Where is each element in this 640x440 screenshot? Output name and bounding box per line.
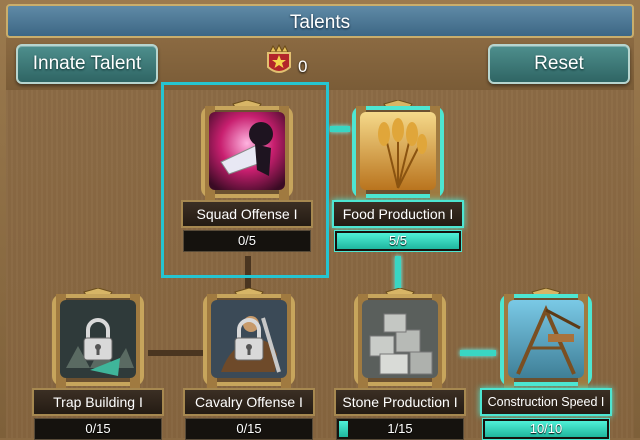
title-bar: Talents (6, 4, 634, 38)
talent-name: Stone Production I (334, 388, 466, 416)
talent-name: Trap Building I (32, 388, 164, 416)
talent-icon (352, 287, 448, 392)
talent-progress-text: 5/5 (388, 233, 408, 248)
talent-node[interactable]: Stone Production I 1/15 (334, 287, 466, 440)
talent-name: Cavalry Offense I (183, 388, 315, 416)
talent-progress-text: 0/15 (85, 421, 111, 436)
page-title: Talents (289, 12, 351, 33)
talent-progress-text: 10/10 (529, 421, 563, 436)
talent-icon (50, 287, 146, 392)
talent-progress-bar: 5/5 (334, 230, 462, 252)
talent-progress-bar: 0/15 (185, 418, 313, 440)
talent-progress-bar: 10/10 (482, 418, 610, 440)
crown-star-icon (267, 44, 291, 73)
talent-icon (201, 287, 297, 392)
talent-progress-bar: 0/15 (34, 418, 162, 440)
talent-node[interactable]: Construction Speed I 10/10 (480, 287, 612, 440)
talent-icon (498, 287, 594, 392)
talent-points: 0 (264, 44, 324, 80)
talent-icon (350, 99, 446, 204)
reset-button[interactable]: Reset (488, 44, 630, 84)
selected-talent-highlight (161, 82, 329, 278)
talent-progress-bar: 1/15 (336, 418, 464, 440)
innate-talent-button[interactable]: Innate Talent (16, 44, 158, 84)
talent-name: Construction Speed I (480, 388, 612, 416)
talent-name: Food Production I (332, 200, 464, 228)
talent-node[interactable]: Cavalry Offense I 0/15 (183, 287, 315, 440)
talent-points-count: 0 (298, 57, 308, 76)
talent-progress-text: 0/15 (236, 421, 262, 436)
talent-node[interactable]: Trap Building I 0/15 (32, 287, 164, 440)
talent-progress-text: 1/15 (387, 421, 413, 436)
talent-node[interactable]: Food Production I 5/5 (332, 99, 464, 252)
